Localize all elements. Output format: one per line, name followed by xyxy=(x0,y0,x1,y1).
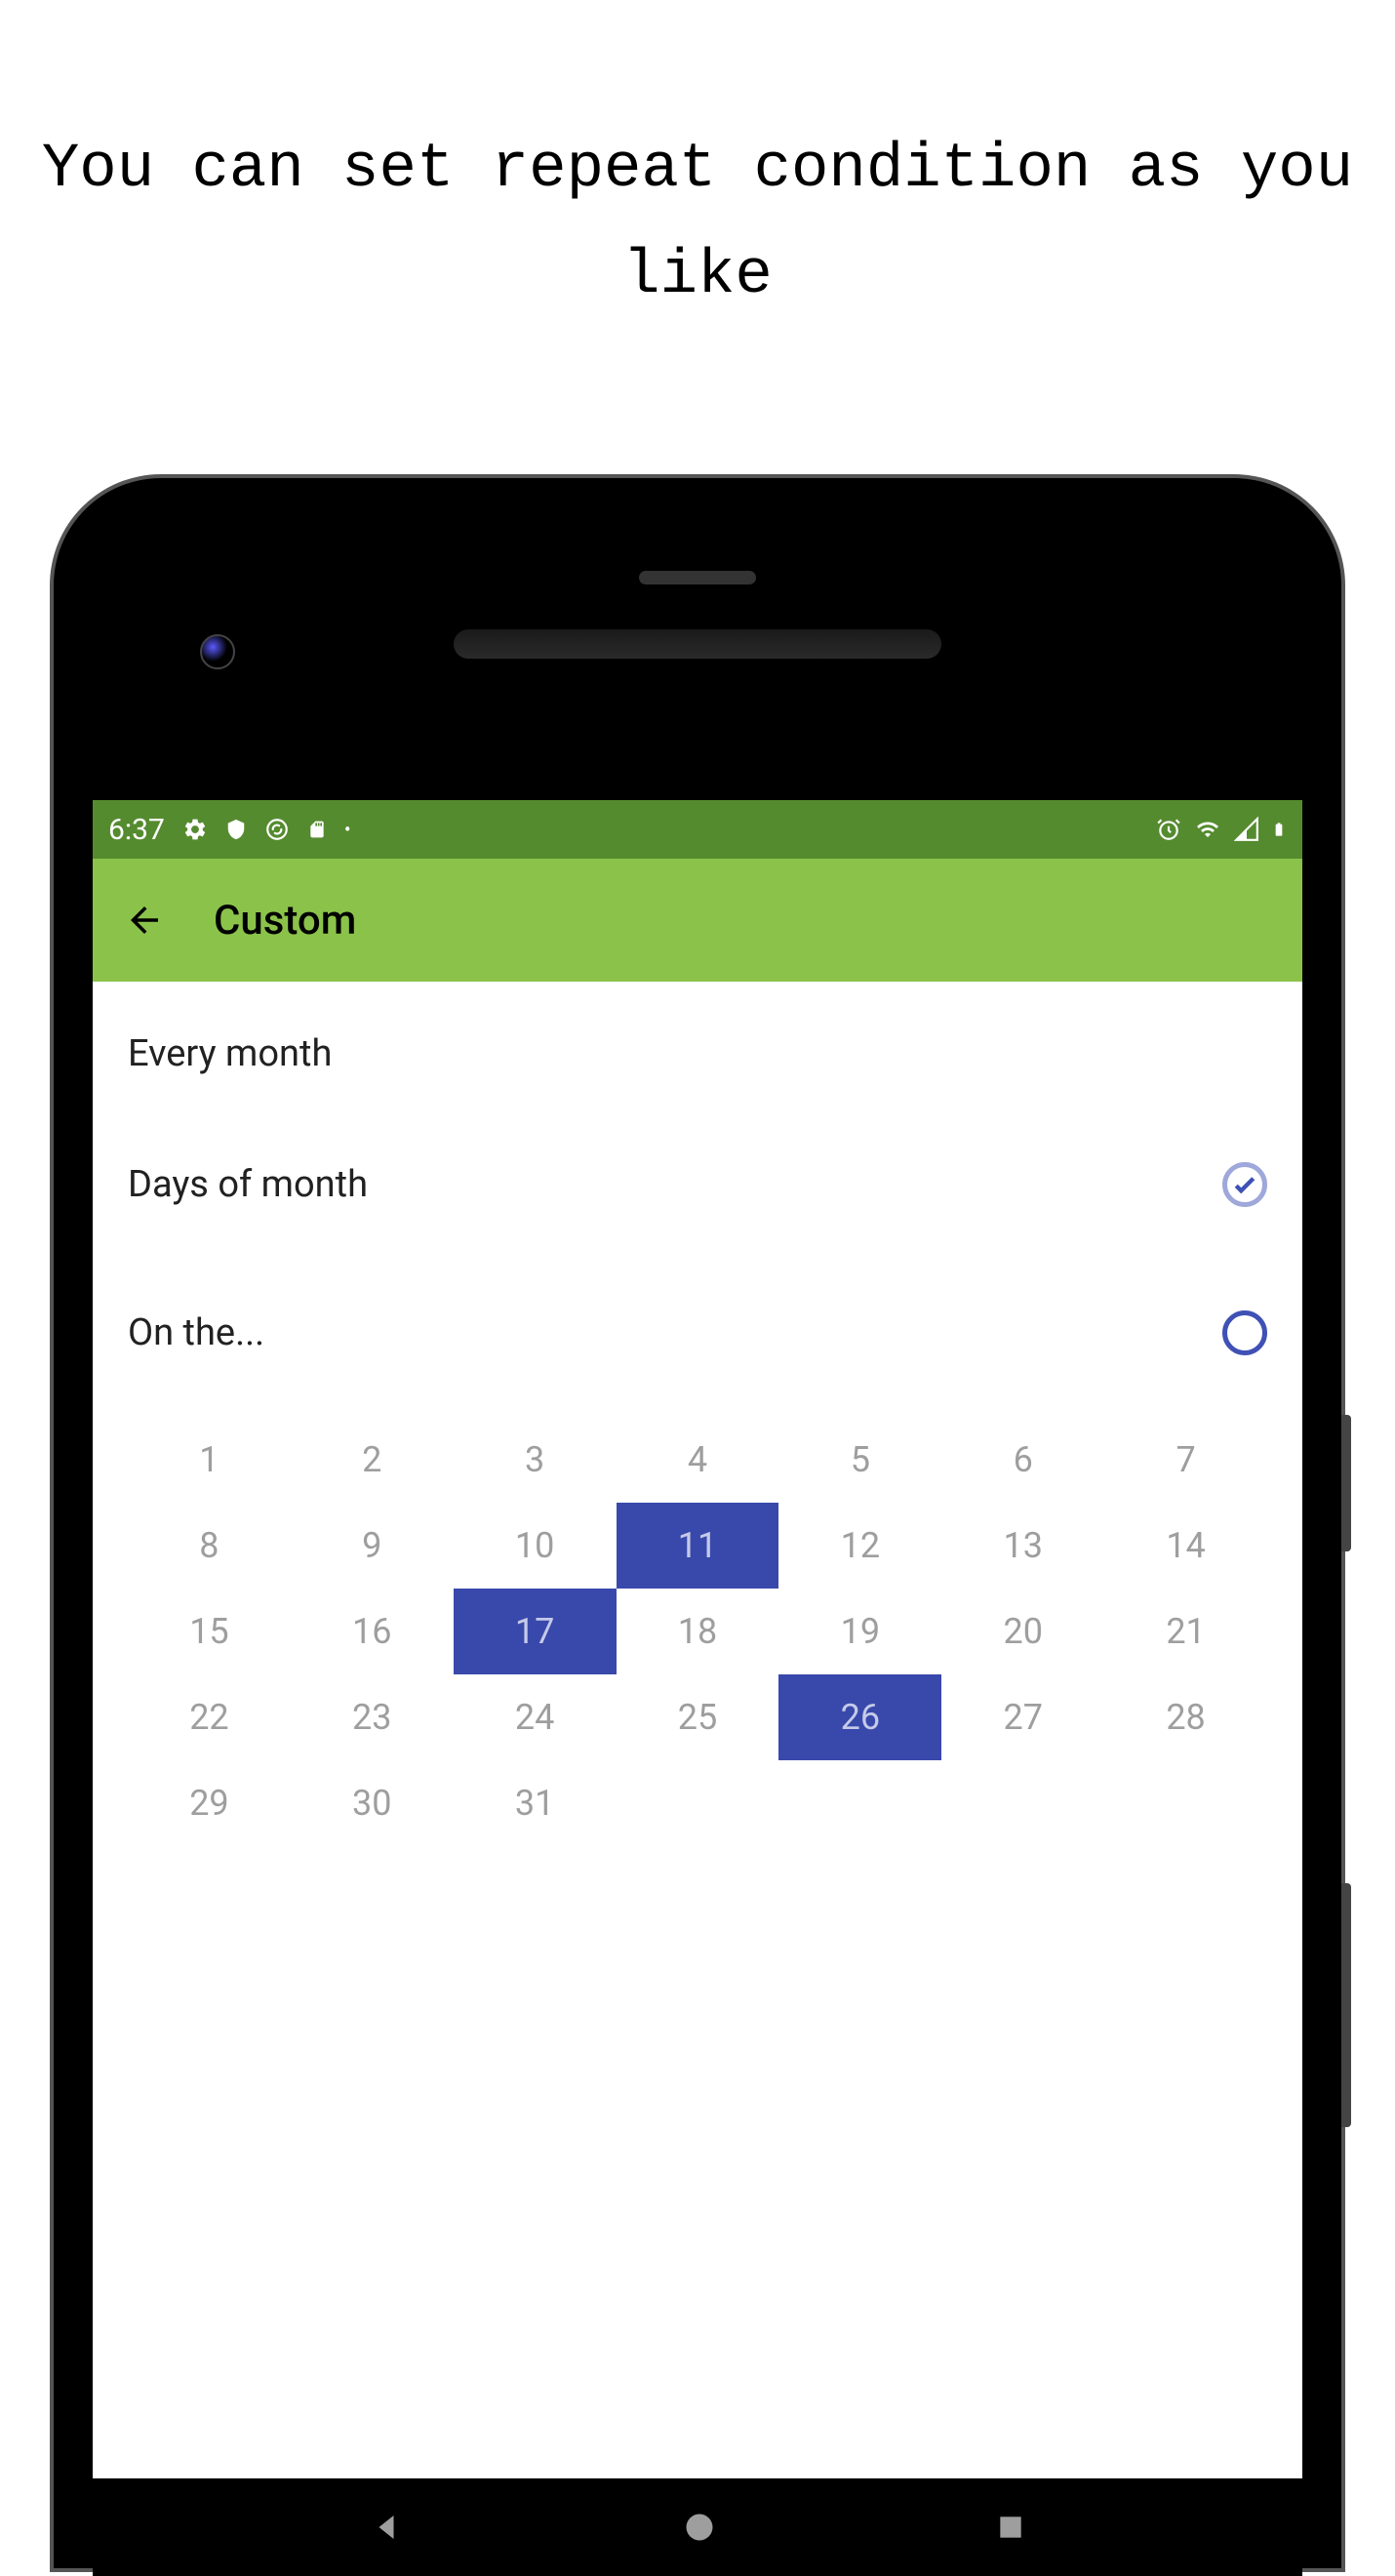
day-cell-22[interactable]: 22 xyxy=(128,1674,291,1760)
day-cell-31[interactable]: 31 xyxy=(454,1760,617,1846)
day-cell-4[interactable]: 4 xyxy=(617,1417,779,1503)
option-label-every-month: Every month xyxy=(128,1032,332,1075)
battery-icon xyxy=(1271,816,1287,843)
day-cell-25[interactable]: 25 xyxy=(617,1674,779,1760)
day-cell-10[interactable]: 10 xyxy=(454,1503,617,1589)
day-cell-6[interactable]: 6 xyxy=(941,1417,1104,1503)
page-caption: You can set repeat condition as you like xyxy=(0,117,1395,330)
day-cell-14[interactable]: 14 xyxy=(1104,1503,1267,1589)
day-cell-24[interactable]: 24 xyxy=(454,1674,617,1760)
phone-top-bezel xyxy=(93,517,1302,800)
day-cell-2[interactable]: 2 xyxy=(291,1417,454,1503)
app-bar: Custom xyxy=(93,859,1302,982)
day-cell-9[interactable]: 9 xyxy=(291,1503,454,1589)
phone-speaker xyxy=(454,629,941,659)
nav-home-icon[interactable] xyxy=(682,2510,717,2545)
nav-back-icon[interactable] xyxy=(369,2510,404,2545)
option-label-days-of-month: Days of month xyxy=(128,1163,368,1206)
day-cell-19[interactable]: 19 xyxy=(778,1589,941,1674)
signal-icon xyxy=(1234,817,1259,842)
phone-notch xyxy=(639,571,756,584)
content-area: Every month Days of month On the... 1234… xyxy=(93,982,1302,1846)
day-cell-23[interactable]: 23 xyxy=(291,1674,454,1760)
day-cell-1[interactable]: 1 xyxy=(128,1417,291,1503)
day-cell-8[interactable]: 8 xyxy=(128,1503,291,1589)
phone-side-button-1 xyxy=(1341,1415,1351,1551)
calendar-grid: 1234567891011121314151617181920212223242… xyxy=(128,1417,1267,1846)
day-cell-11[interactable]: 11 xyxy=(617,1503,779,1589)
day-cell-30[interactable]: 30 xyxy=(291,1760,454,1846)
day-cell-26[interactable]: 26 xyxy=(778,1674,941,1760)
day-cell-16[interactable]: 16 xyxy=(291,1589,454,1674)
gear-icon xyxy=(182,817,208,842)
phone-frame: 6:37 • xyxy=(54,478,1341,2568)
app-title: Custom xyxy=(214,897,356,945)
dot-icon: • xyxy=(344,818,351,841)
phone-screen: 6:37 • xyxy=(93,800,1302,2478)
day-cell-5[interactable]: 5 xyxy=(778,1417,941,1503)
day-cell-27[interactable]: 27 xyxy=(941,1674,1104,1760)
phone-camera xyxy=(200,634,235,669)
status-bar: 6:37 • xyxy=(93,800,1302,859)
radio-days-of-month-checked[interactable] xyxy=(1222,1162,1267,1207)
wifi-icon xyxy=(1193,818,1222,841)
day-cell-7[interactable]: 7 xyxy=(1104,1417,1267,1503)
back-arrow-icon[interactable] xyxy=(124,900,165,941)
sd-card-icon xyxy=(307,818,327,841)
option-days-of-month[interactable]: Days of month xyxy=(128,1130,1267,1239)
day-cell-18[interactable]: 18 xyxy=(617,1589,779,1674)
day-cell-20[interactable]: 20 xyxy=(941,1589,1104,1674)
status-time: 6:37 xyxy=(108,813,165,847)
day-cell-12[interactable]: 12 xyxy=(778,1503,941,1589)
day-cell-21[interactable]: 21 xyxy=(1104,1589,1267,1674)
day-cell-15[interactable]: 15 xyxy=(128,1589,291,1674)
option-on-the[interactable]: On the... xyxy=(128,1278,1267,1388)
option-label-on-the: On the... xyxy=(128,1311,264,1354)
day-cell-17[interactable]: 17 xyxy=(454,1589,617,1674)
day-cell-28[interactable]: 28 xyxy=(1104,1674,1267,1760)
day-cell-13[interactable]: 13 xyxy=(941,1503,1104,1589)
no-sync-icon xyxy=(264,817,290,842)
nav-recent-icon[interactable] xyxy=(995,2512,1026,2543)
shield-icon xyxy=(225,817,247,842)
alarm-icon xyxy=(1156,817,1181,842)
day-cell-3[interactable]: 3 xyxy=(454,1417,617,1503)
phone-side-button-2 xyxy=(1341,1883,1351,2127)
option-every-month[interactable]: Every month xyxy=(128,982,1267,1091)
day-cell-29[interactable]: 29 xyxy=(128,1760,291,1846)
radio-on-the-unchecked[interactable] xyxy=(1222,1310,1267,1355)
android-nav-bar xyxy=(93,2478,1302,2576)
